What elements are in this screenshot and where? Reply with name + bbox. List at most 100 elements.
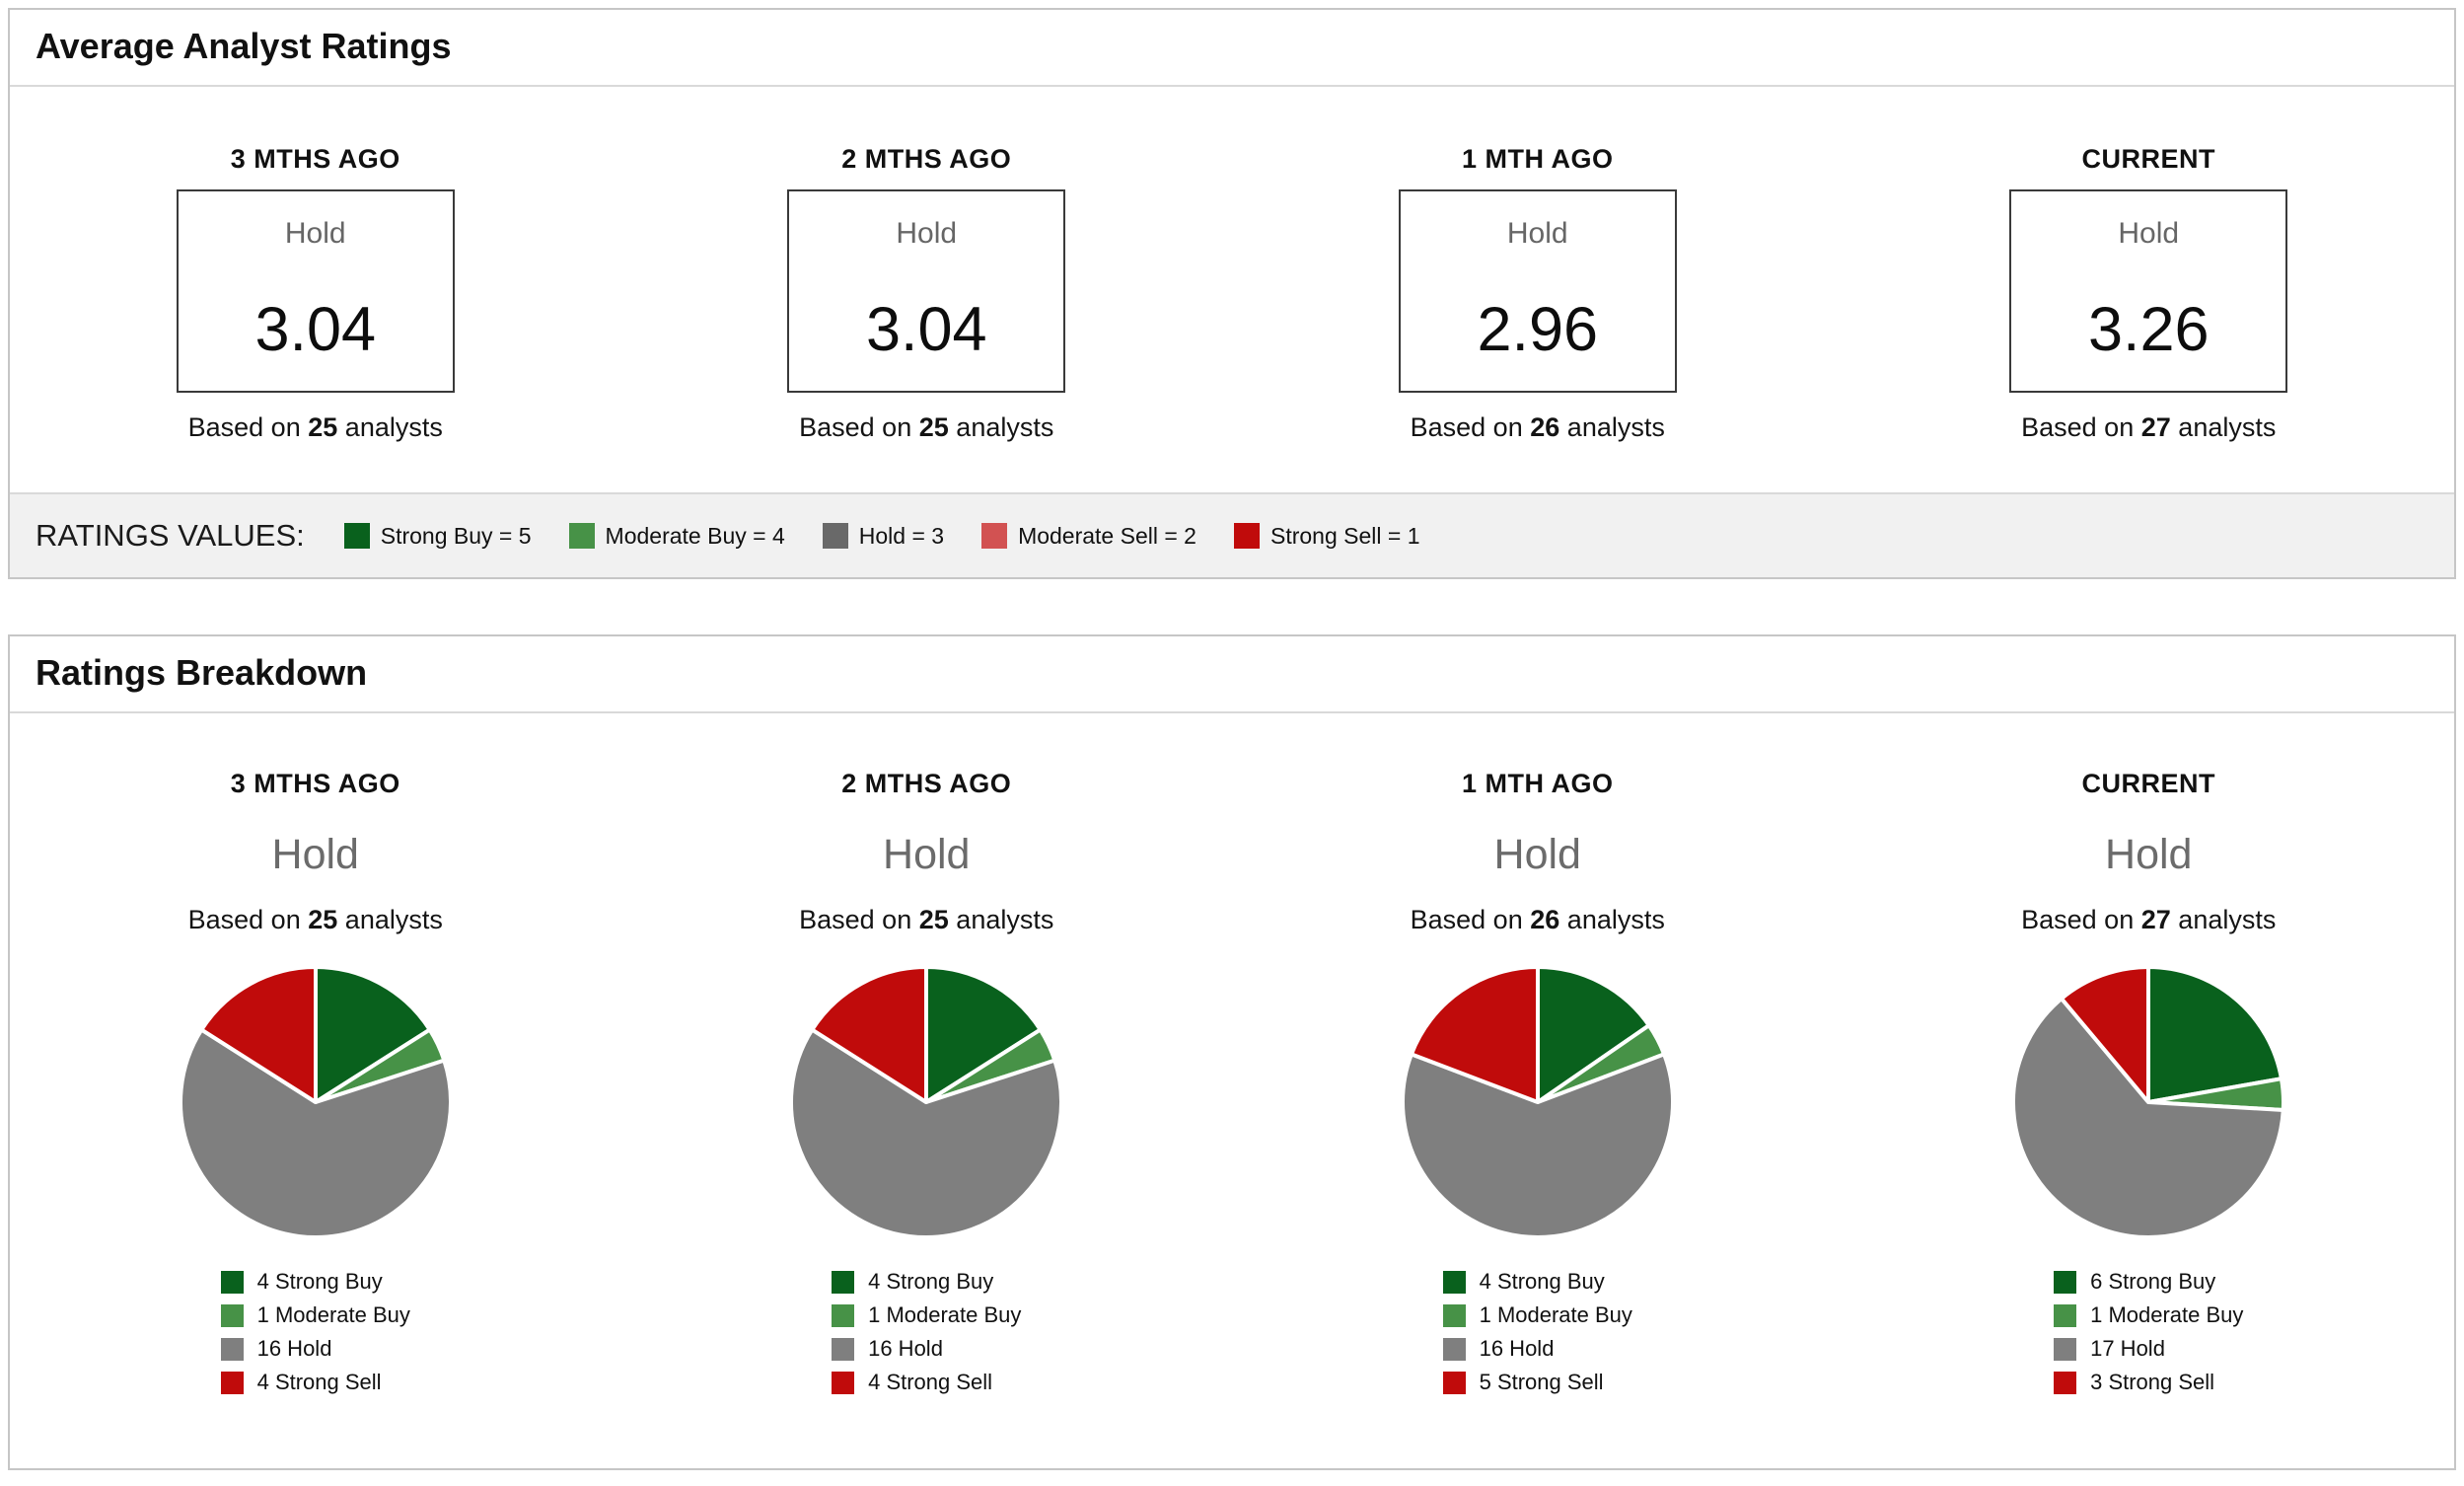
moderate-buy-swatch [832, 1303, 855, 1327]
pie-chart [173, 959, 459, 1245]
pie-legend-label: 1 Moderate Buy [2090, 1302, 2244, 1327]
pie-chart [783, 959, 1069, 1245]
pie-legend-label: 1 Moderate Buy [256, 1302, 410, 1327]
panel-title: Average Analyst Ratings [10, 10, 2454, 87]
period-label: CURRENT [2081, 769, 2215, 798]
strong-sell-swatch [220, 1371, 244, 1394]
pie-legend-row: 16 Hold [220, 1336, 410, 1362]
rating-column: 3 MTHS AGO Hold 3.04 Based on 25 analyst… [10, 144, 621, 443]
analyst-count: 25 [918, 412, 949, 442]
strong-sell-swatch [832, 1371, 855, 1394]
pie-legend-row: 16 Hold [1442, 1336, 1632, 1362]
pie-legend-label: 16 Hold [256, 1336, 332, 1361]
pie-chart [1395, 959, 1681, 1245]
analyst-count-text: Based on 27 analysts [2021, 905, 2276, 935]
rating-text: Hold [2105, 831, 2193, 878]
based-on-suffix: analysts [1566, 412, 1665, 442]
rating-text: Hold [2118, 217, 2180, 250]
analyst-count: 25 [308, 905, 338, 934]
pie-legend-label: 4 Strong Buy [868, 1269, 994, 1294]
breakdown-column: 1 MTH AGO Hold Based on 26 analysts 4 St… [1232, 769, 1844, 1403]
analyst-count: 25 [918, 905, 949, 934]
breakdown-column: 2 MTHS AGO Hold Based on 25 analysts 4 S… [621, 769, 1233, 1403]
based-on-prefix: Based on [187, 412, 301, 442]
analyst-count-text: Based on 25 analysts [188, 412, 443, 443]
panel-title: Ratings Breakdown [10, 636, 2454, 713]
rating-box: Hold 3.04 [176, 189, 455, 393]
rating-box: Hold 2.96 [1398, 189, 1677, 393]
strong-buy-swatch [1442, 1270, 1466, 1294]
pie-legend-label: 6 Strong Buy [2090, 1269, 2216, 1294]
moderate-buy-swatch [568, 523, 595, 549]
pie-legend-row: 6 Strong Buy [2054, 1269, 2243, 1295]
pie-legend-label: 1 Moderate Buy [868, 1302, 1022, 1327]
hold-swatch [1442, 1337, 1466, 1361]
based-on-prefix: Based on [2021, 905, 2135, 934]
strong-sell-swatch [1233, 523, 1260, 549]
pie-legend-label: 17 Hold [2090, 1336, 2165, 1361]
period-label: 1 MTH AGO [1461, 144, 1614, 174]
ratings-values-legend-item: Moderate Sell = 2 [981, 523, 1196, 550]
based-on-prefix: Based on [799, 412, 912, 442]
based-on-suffix: analysts [344, 412, 443, 442]
analyst-count: 26 [1530, 905, 1560, 934]
legend-item-label: Strong Sell = 1 [1269, 522, 1420, 549]
based-on-prefix: Based on [2021, 412, 2135, 442]
ratings-values-legend-item: Strong Sell = 1 [1233, 522, 1420, 550]
analyst-count-text: Based on 26 analysts [1411, 412, 1665, 443]
legend-item-label: Hold = 3 [858, 522, 945, 549]
based-on-suffix: analysts [344, 905, 443, 934]
analyst-count-text: Based on 25 analysts [799, 412, 1053, 443]
breakdown-column: 3 MTHS AGO Hold Based on 25 analysts 4 S… [10, 769, 621, 1403]
pie-legend-label: 5 Strong Sell [1479, 1370, 1604, 1394]
period-label: 3 MTHS AGO [230, 769, 400, 798]
moderate-buy-swatch [2054, 1303, 2077, 1327]
pie-legend-row: 4 Strong Sell [832, 1370, 1021, 1395]
based-on-prefix: Based on [1410, 905, 1523, 934]
analyst-count-text: Based on 26 analysts [1411, 905, 1665, 935]
based-on-suffix: analysts [2178, 905, 2277, 934]
ratings-values-legend-item: Moderate Buy = 4 [568, 522, 785, 550]
rating-value: 3.26 [2087, 295, 2210, 364]
rating-text: Hold [896, 217, 958, 250]
analyst-count: 25 [308, 412, 338, 442]
analyst-count: 27 [2140, 905, 2171, 934]
pie-legend-row: 4 Strong Buy [832, 1269, 1021, 1295]
pie-legend-row: 4 Strong Sell [220, 1370, 410, 1395]
strong-sell-swatch [2054, 1371, 2077, 1394]
period-label: 2 MTHS AGO [841, 769, 1012, 798]
pie-legend-row: 16 Hold [832, 1336, 1021, 1362]
based-on-suffix: analysts [1566, 905, 1665, 934]
rating-value: 3.04 [865, 295, 987, 364]
ratings-values-legend-item: Hold = 3 [822, 522, 945, 550]
pie-legend-label: 4 Strong Sell [256, 1370, 382, 1394]
pie-chart [2005, 959, 2291, 1245]
pie-legend-label: 3 Strong Sell [2090, 1370, 2215, 1394]
pie-legend-row: 3 Strong Sell [2054, 1370, 2243, 1395]
based-on-prefix: Based on [799, 905, 912, 934]
hold-swatch [832, 1337, 855, 1361]
pie-legend-row: 1 Moderate Buy [2054, 1302, 2243, 1328]
legend-item-label: Moderate Buy = 4 [605, 522, 785, 549]
analyst-count-text: Based on 27 analysts [2021, 412, 2276, 443]
rating-box: Hold 3.04 [787, 189, 1066, 393]
analyst-count-text: Based on 25 analysts [799, 905, 1053, 935]
ratings-values-label: RATINGS VALUES: [36, 518, 305, 553]
pie-legend-row: 5 Strong Sell [1442, 1370, 1632, 1395]
hold-swatch [2054, 1337, 2077, 1361]
pie-legend: 4 Strong Buy 1 Moderate Buy 16 Hold 4 St… [220, 1261, 410, 1403]
breakdown-column: CURRENT Hold Based on 27 analysts 6 Stro… [1844, 769, 2455, 1403]
average-analyst-ratings-panel: Average Analyst Ratings 3 MTHS AGO Hold … [8, 8, 2456, 579]
strong-buy-swatch [343, 523, 370, 549]
pie-legend: 6 Strong Buy 1 Moderate Buy 17 Hold 3 St… [2054, 1261, 2243, 1403]
ratings-breakdown-panel: Ratings Breakdown 3 MTHS AGO Hold Based … [8, 634, 2456, 1470]
rating-text: Hold [271, 831, 359, 878]
pie-legend-label: 16 Hold [868, 1336, 943, 1361]
based-on-prefix: Based on [187, 905, 301, 934]
based-on-prefix: Based on [1410, 412, 1523, 442]
rating-box: Hold 3.26 [2009, 189, 2288, 393]
pie-legend-row: 17 Hold [2054, 1336, 2243, 1362]
rating-column: 1 MTH AGO Hold 2.96 Based on 26 analysts [1232, 144, 1844, 443]
analyst-count-text: Based on 25 analysts [188, 905, 443, 935]
strong-buy-swatch [832, 1270, 855, 1294]
